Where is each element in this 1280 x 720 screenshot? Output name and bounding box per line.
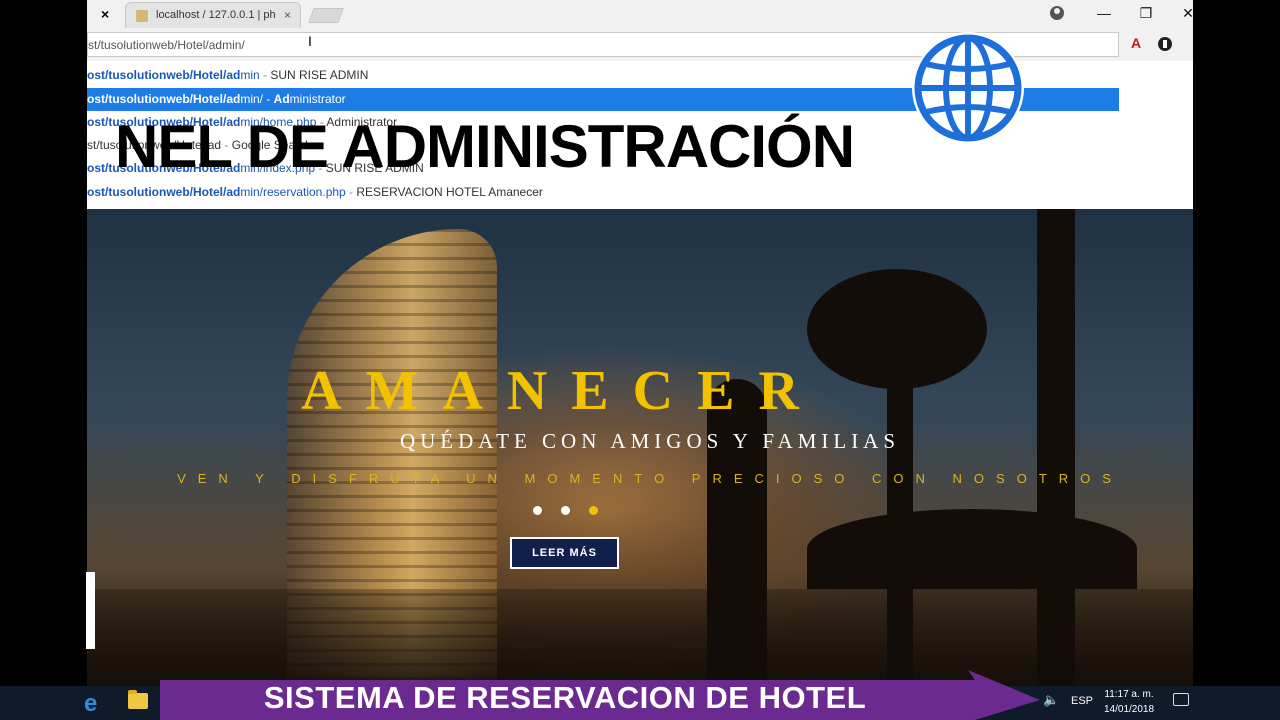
suggestion-url: ost/tusolutionweb/Hotel/ad xyxy=(87,68,241,82)
leer-mas-button[interactable]: LEER MÁS xyxy=(510,537,619,569)
slider-dot-active[interactable] xyxy=(589,506,598,515)
browser-window: × localhost / 127.0.0.1 | ph × — ❐ ✕ st/… xyxy=(87,0,1193,686)
pdf-extension-icon[interactable]: A xyxy=(1128,35,1144,51)
language-indicator[interactable]: ESP xyxy=(1071,695,1093,707)
edge-browser-icon[interactable]: e xyxy=(84,690,97,718)
minimize-button[interactable]: — xyxy=(1089,2,1119,26)
screen: × localhost / 127.0.0.1 | ph × — ❐ ✕ st/… xyxy=(0,0,1280,720)
text-cursor-icon: I xyxy=(308,33,312,49)
suggestion-separator: - xyxy=(345,185,357,199)
overlay-headline: NEL DE ADMINISTRACIÓN xyxy=(115,113,855,180)
slider-dots xyxy=(533,506,603,516)
suggestion-separator: - xyxy=(259,68,271,82)
suggestion-url: ost/tusolutionweb/Hotel/ad xyxy=(87,92,241,106)
globe-icon xyxy=(912,32,1024,144)
suggestion-url: ost/tusolutionweb/Hotel/ad xyxy=(87,185,241,199)
file-explorer-icon[interactable] xyxy=(128,690,148,709)
tab-strip: × localhost / 127.0.0.1 | ph × — ❐ ✕ xyxy=(87,0,1193,30)
clock[interactable]: 11:17 a. m. 14/01/2018 xyxy=(1104,687,1154,717)
extension-icon[interactable] xyxy=(1158,37,1172,51)
close-window-button[interactable]: ✕ xyxy=(1173,2,1193,26)
close-icon[interactable]: × xyxy=(101,6,109,22)
address-text: st/tusolutionweb/Hotel/admin/ xyxy=(88,38,245,52)
browser-tab[interactable]: localhost / 127.0.0.1 | ph × xyxy=(125,2,301,28)
slider-dot[interactable] xyxy=(561,506,570,515)
restore-button[interactable]: ❐ xyxy=(1131,2,1161,26)
suggestion-url-rest: min xyxy=(240,68,260,82)
slider-dot[interactable] xyxy=(533,506,542,515)
hut-roof-silhouette xyxy=(807,509,1137,589)
clock-time: 11:17 a. m. xyxy=(1104,689,1154,700)
white-bar xyxy=(86,572,95,649)
hero-subtitle: QUÉDATE CON AMIGOS Y FAMILIAS xyxy=(399,429,901,453)
clock-date: 14/01/2018 xyxy=(1104,704,1155,715)
speaker-icon[interactable]: 🔈 xyxy=(1043,692,1059,708)
banner-text: SISTEMA DE RESERVACION DE HOTEL xyxy=(263,680,867,715)
suggestion-url-rest: min/ xyxy=(240,92,263,106)
suggestion-item[interactable]: ost/tusolutionweb/Hotel/admin/reservatio… xyxy=(87,181,1119,204)
new-tab-button[interactable] xyxy=(308,8,344,23)
tab-title: localhost / 127.0.0.1 | ph xyxy=(156,9,276,21)
user-profile-icon[interactable] xyxy=(1050,6,1064,20)
suggestion-separator: - xyxy=(263,92,274,106)
suggestion-title: ministrator xyxy=(289,92,346,106)
favicon-icon xyxy=(136,10,148,22)
suggestion-title: RESERVACION HOTEL Amanecer xyxy=(356,185,543,199)
hero-banner: AMANECER QUÉDATE CON AMIGOS Y FAMILIAS V… xyxy=(87,209,1193,686)
suggestion-url-rest: min/reservation.php xyxy=(240,185,346,199)
suggestion-title-match: Ad xyxy=(273,92,290,106)
hero-tagline: VEN Y DISFRUTA UN MOMENTO PRECIOSO CON N… xyxy=(177,471,1123,486)
tab-close-icon[interactable]: × xyxy=(284,8,291,22)
notifications-icon[interactable] xyxy=(1173,693,1189,706)
hero-title: AMANECER xyxy=(301,360,823,422)
browser-toolbar: st/tusolutionweb/Hotel/admin/ I A xyxy=(87,30,1193,60)
suggestion-title: SUN RISE ADMIN xyxy=(270,68,369,82)
